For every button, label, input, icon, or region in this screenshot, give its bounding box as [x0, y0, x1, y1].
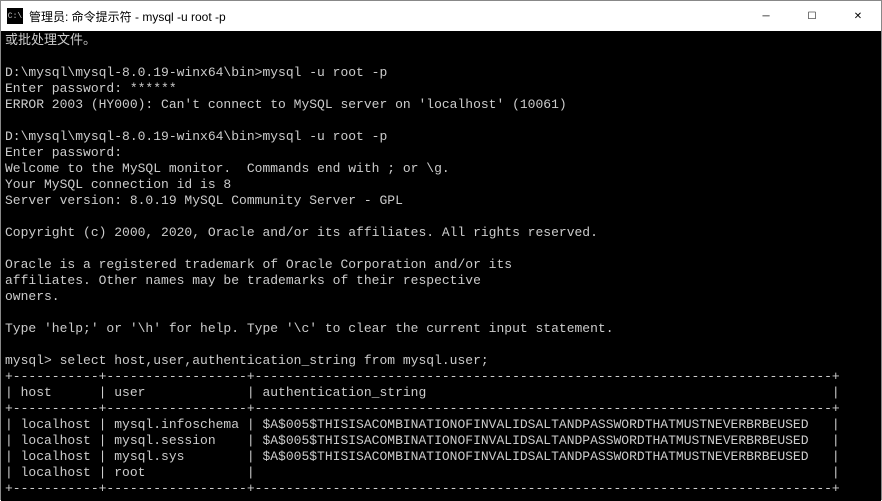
terminal-output[interactable]: 或批处理文件。 D:\mysql\mysql-8.0.19-winx64\bin…: [1, 31, 881, 501]
minimize-button[interactable]: ─: [743, 1, 789, 31]
cmd-icon: C:\: [7, 8, 23, 24]
window-titlebar: C:\ 管理员: 命令提示符 - mysql -u root -p ─ ☐ ✕: [1, 1, 881, 31]
close-button[interactable]: ✕: [835, 1, 881, 31]
maximize-button[interactable]: ☐: [789, 1, 835, 31]
window-controls: ─ ☐ ✕: [743, 1, 881, 31]
window-title: 管理员: 命令提示符 - mysql -u root -p: [29, 8, 743, 25]
